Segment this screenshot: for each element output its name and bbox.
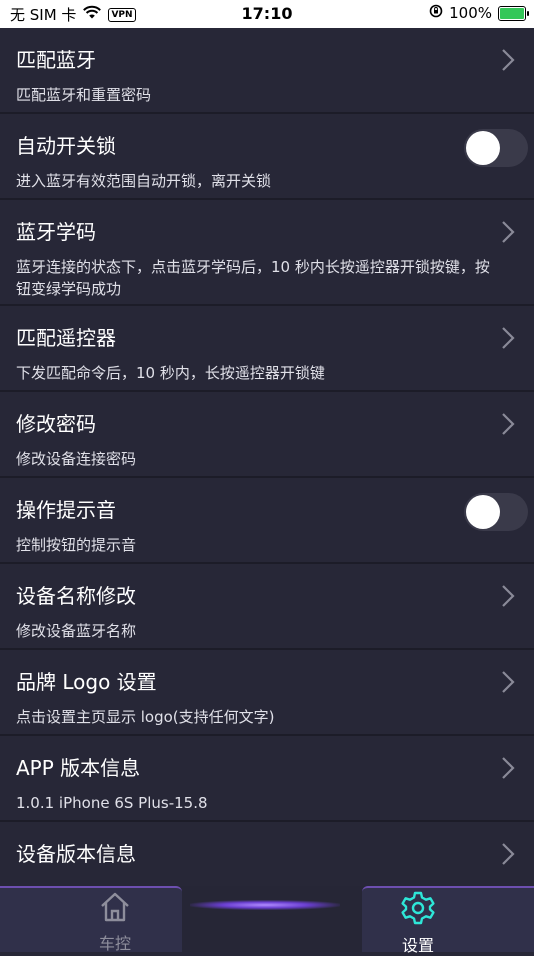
setting-row-pair-remote[interactable]: 匹配遥控器 下发匹配命令后，10 秒内，长按遥控器开锁键 bbox=[0, 306, 534, 392]
setting-title: 设备名称修改 bbox=[16, 584, 136, 608]
tab-label: 车控 bbox=[98, 934, 131, 953]
chevron-right-icon bbox=[502, 413, 515, 435]
orientation-lock-icon bbox=[429, 4, 443, 22]
auto-lock-toggle[interactable] bbox=[464, 129, 528, 167]
tab-label: 设置 bbox=[401, 936, 434, 955]
setting-row-pair-bluetooth[interactable]: 匹配蓝牙 匹配蓝牙和重置密码 bbox=[0, 28, 534, 114]
tab-bar: 车控 设置 bbox=[0, 886, 534, 955]
setting-subtitle: 下发匹配命令后，10 秒内，长按遥控器开锁键 bbox=[16, 364, 325, 382]
setting-title: 匹配蓝牙 bbox=[16, 48, 96, 72]
setting-row-auto-lock: 自动开关锁 进入蓝牙有效范围自动开锁，离开关锁 bbox=[0, 114, 534, 200]
chevron-right-icon bbox=[502, 327, 515, 349]
setting-row-operation-sound: 操作提示音 控制按钮的提示音 bbox=[0, 478, 534, 564]
setting-subtitle: 1.0.1 iPhone 6S Plus-15.8 bbox=[16, 794, 208, 812]
setting-title: 修改密码 bbox=[16, 412, 96, 436]
status-right: 100% bbox=[429, 4, 529, 22]
chevron-right-icon bbox=[502, 671, 515, 693]
setting-subtitle: 进入蓝牙有效范围自动开锁，离开关锁 bbox=[16, 172, 272, 190]
setting-row-device-name[interactable]: 设备名称修改 修改设备蓝牙名称 bbox=[0, 564, 534, 650]
chevron-right-icon bbox=[502, 843, 515, 865]
setting-subtitle: 点击设置主页显示 logo(支持任何文字) bbox=[16, 708, 275, 726]
settings-list: 匹配蓝牙 匹配蓝牙和重置密码 自动开关锁 进入蓝牙有效范围自动开锁，离开关锁 蓝… bbox=[0, 28, 534, 886]
setting-subtitle: 修改设备蓝牙名称 bbox=[16, 622, 137, 640]
setting-subtitle: 匹配蓝牙和重置密码 bbox=[16, 86, 152, 104]
setting-title: 匹配遥控器 bbox=[16, 326, 116, 350]
tab-vehicle-control[interactable]: 车控 bbox=[70, 890, 160, 954]
gear-icon bbox=[401, 891, 435, 925]
home-icon bbox=[101, 892, 129, 922]
setting-title: APP 版本信息 bbox=[16, 756, 141, 780]
setting-subtitle: 蓝牙连接的状态下，点击蓝牙学码后，10 秒内长按遥控器开锁按键，按钮变绿学码成功 bbox=[16, 258, 490, 298]
setting-title: 设备版本信息 bbox=[16, 842, 136, 866]
tab-bar-glow bbox=[190, 900, 340, 910]
chevron-right-icon bbox=[502, 221, 515, 243]
operation-sound-toggle[interactable] bbox=[464, 493, 528, 531]
status-bar: 无 SIM 卡 VPN 17:10 100% bbox=[0, 0, 534, 28]
battery-percent: 100% bbox=[449, 4, 492, 22]
battery-icon bbox=[498, 5, 529, 21]
setting-title: 操作提示音 bbox=[16, 498, 116, 522]
setting-row-app-version[interactable]: APP 版本信息 1.0.1 iPhone 6S Plus-15.8 bbox=[0, 736, 534, 822]
setting-row-bluetooth-learn-code[interactable]: 蓝牙学码 蓝牙连接的状态下，点击蓝牙学码后，10 秒内长按遥控器开锁按键，按钮变… bbox=[0, 200, 534, 306]
setting-title: 品牌 Logo 设置 bbox=[16, 670, 157, 694]
chevron-right-icon bbox=[502, 585, 515, 607]
setting-title: 自动开关锁 bbox=[16, 134, 116, 158]
chevron-right-icon bbox=[502, 757, 515, 779]
setting-row-change-password[interactable]: 修改密码 修改设备连接密码 bbox=[0, 392, 534, 478]
tab-settings[interactable]: 设置 bbox=[373, 890, 463, 956]
setting-title: 蓝牙学码 bbox=[16, 220, 96, 244]
setting-row-device-version[interactable]: 设备版本信息 bbox=[0, 822, 534, 886]
setting-subtitle: 修改设备连接密码 bbox=[16, 450, 137, 468]
setting-subtitle: 控制按钮的提示音 bbox=[16, 536, 137, 554]
chevron-right-icon bbox=[502, 49, 515, 71]
setting-row-brand-logo[interactable]: 品牌 Logo 设置 点击设置主页显示 logo(支持任何文字) bbox=[0, 650, 534, 736]
